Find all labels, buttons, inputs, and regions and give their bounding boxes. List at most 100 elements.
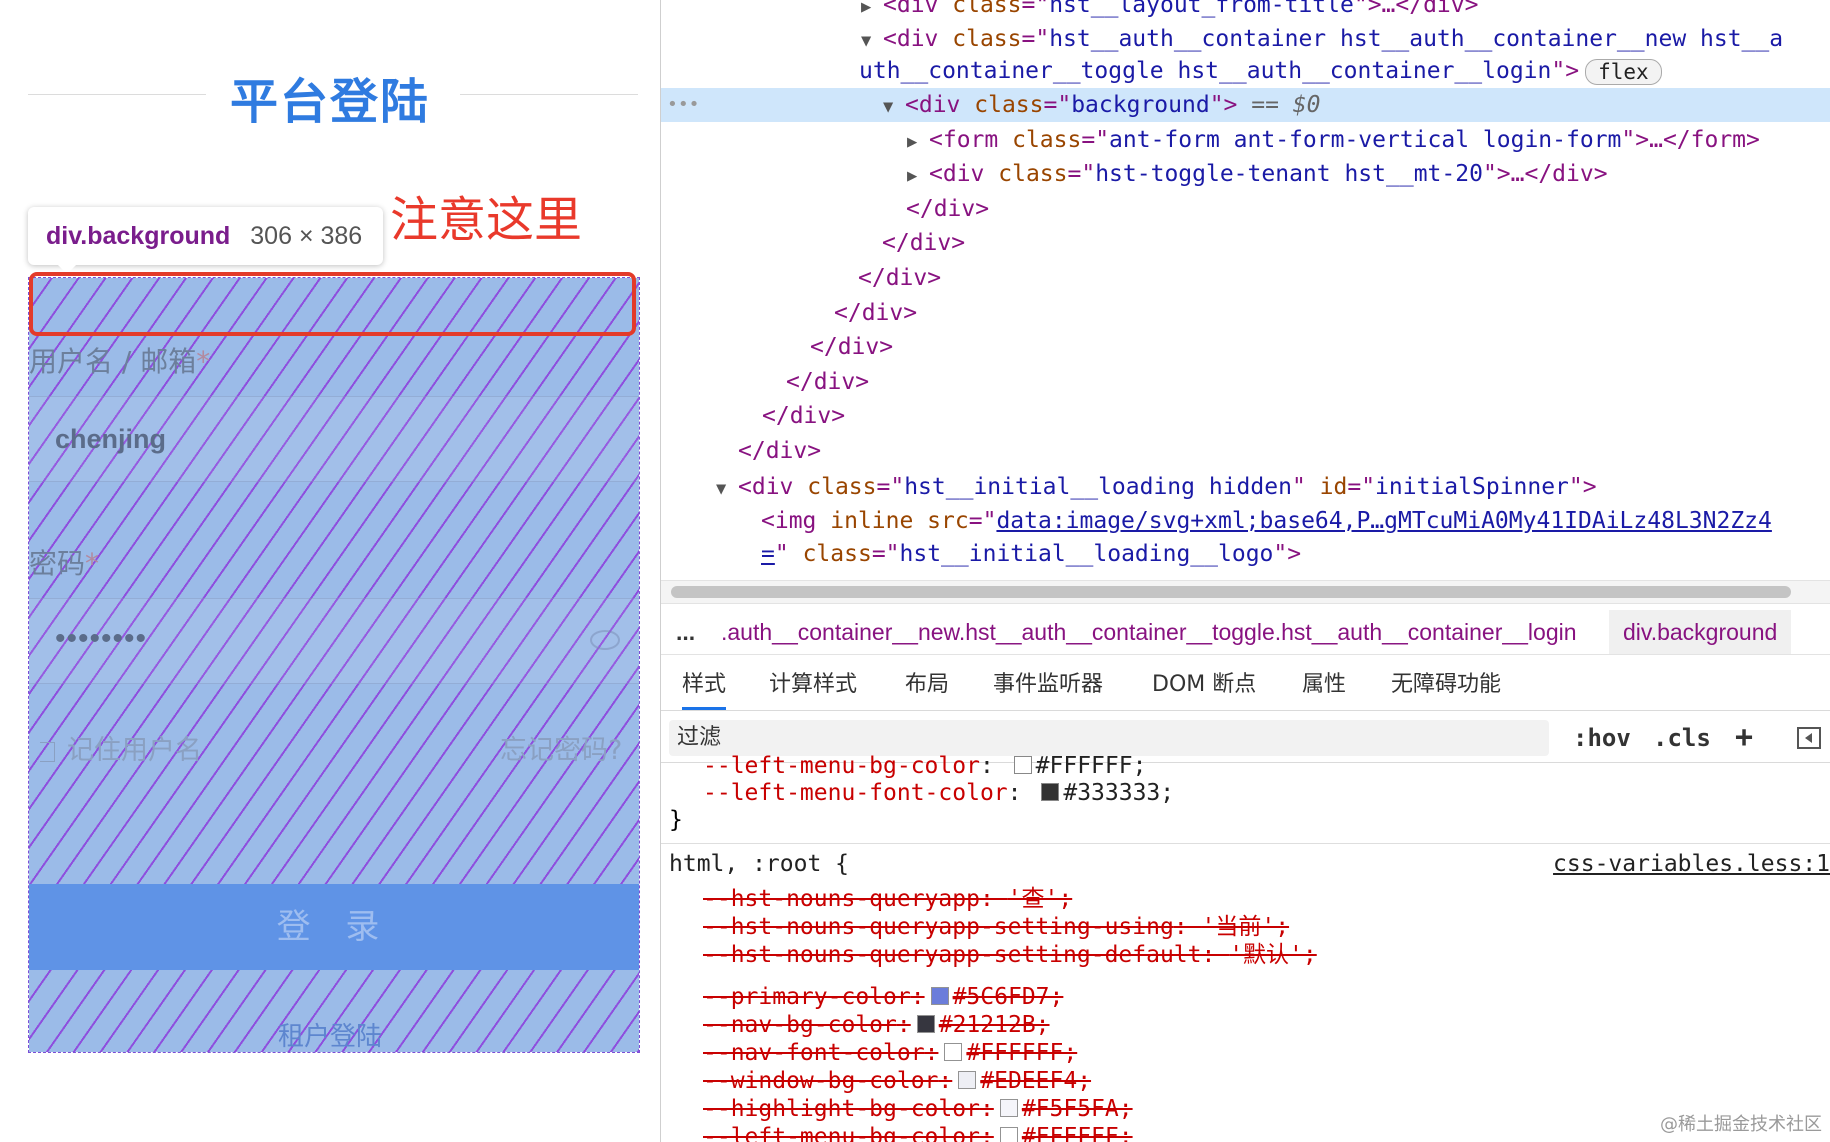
collapsed-triangle-icon[interactable]: ▶ — [907, 125, 929, 159]
color-swatch[interactable] — [930, 987, 949, 1005]
css-value: #5C6FD7; — [952, 984, 1064, 1010]
hov-button[interactable]: :hov — [1573, 720, 1631, 756]
tag-text: <div — [905, 92, 975, 118]
dom-closing-tag[interactable]: </div> — [858, 261, 941, 295]
css-declaration[interactable]: --left-menu-font-color: #333333; — [703, 779, 1174, 807]
tag-text: <div — [929, 161, 999, 187]
color-swatch[interactable] — [958, 1071, 977, 1089]
expanded-triangle-icon[interactable]: ▼ — [716, 472, 738, 506]
color-swatch[interactable] — [916, 1015, 935, 1033]
sidebar-toggle-icon[interactable] — [1797, 727, 1821, 749]
css-declaration-overridden[interactable]: --hst-nouns-queryapp: '查'; — [703, 885, 1072, 913]
dom-closing-tag[interactable]: </div> — [786, 365, 869, 399]
attr-name: class — [974, 92, 1044, 118]
tab-properties[interactable]: 属性 — [1302, 660, 1346, 710]
filter-input[interactable]: 过滤 — [669, 720, 1549, 756]
tab-layout[interactable]: 布局 — [905, 660, 949, 710]
dom-node-continued[interactable]: =" class="hst__initial__loading__logo"> — [761, 537, 1301, 571]
tag-tail: ">…</div> — [1482, 161, 1608, 187]
dom-node[interactable]: ▶ <div class="hst-toggle-tenant hst__mt-2… — [907, 157, 1608, 191]
color-swatch[interactable] — [999, 1099, 1018, 1117]
css-declaration-overridden[interactable]: --hst-nouns-queryapp-setting-default: '默… — [703, 941, 1317, 969]
css-value: #F5F5FA; — [1021, 1096, 1133, 1122]
css-prop: --left-menu-bg-color — [703, 753, 980, 779]
tag-tail: "> — [1273, 541, 1302, 567]
annotation-red-frame — [29, 272, 636, 336]
attr-name: class — [952, 0, 1022, 18]
data-uri-link[interactable]: = — [761, 541, 775, 567]
css-declaration-overridden[interactable]: --nav-bg-color: #21212B; — [703, 1011, 1050, 1039]
watermark: @稀土掘金技术社区 — [1660, 1114, 1822, 1135]
css-colon: : — [979, 753, 1008, 779]
tenant-login-link[interactable]: 租户登陆 — [0, 1016, 660, 1053]
css-prop: --nav-bg-color — [703, 1012, 897, 1038]
css-declaration-overridden[interactable]: --hst-nouns-queryapp-setting-using: '当前'… — [703, 913, 1289, 941]
css-declaration-overridden[interactable]: --primary-color: #5C6FD7; — [703, 983, 1063, 1011]
tab-computed[interactable]: 计算样式 — [769, 660, 857, 710]
tab-dom-breakpoints[interactable]: DOM 断点 — [1152, 660, 1256, 710]
add-rule-button[interactable]: + — [1735, 720, 1753, 756]
cls-button[interactable]: .cls — [1653, 720, 1711, 756]
scrollbar-thumb[interactable] — [671, 586, 1791, 598]
annotation-note: 注意这里 — [390, 192, 583, 248]
attr-eq: =" — [1021, 26, 1050, 52]
attr-sep: " — [774, 541, 803, 567]
horizontal-scrollbar[interactable] — [661, 580, 1830, 604]
tab-event-listeners[interactable]: 事件监听器 — [993, 660, 1103, 710]
color-swatch[interactable] — [999, 1127, 1018, 1142]
dom-node[interactable]: ▶ <div class="hst__layout_from-title">…</… — [861, 0, 1478, 22]
data-uri-link[interactable]: data:image/svg+xml;base64,P…gMTcuMiA0My4… — [996, 508, 1771, 534]
password-visibility-icon[interactable] — [590, 630, 620, 650]
username-label: 用户名 / 邮箱* — [29, 340, 210, 380]
expanded-triangle-icon[interactable]: ▼ — [861, 24, 883, 58]
dom-closing-tag[interactable]: </div> — [738, 434, 821, 468]
dom-node[interactable]: <img inline src="data:image/svg+xml;base… — [761, 504, 1772, 538]
tag-text: <div — [883, 26, 953, 52]
dom-closing-tag[interactable]: </div> — [906, 192, 989, 226]
dom-closing-tag[interactable]: </div> — [762, 399, 845, 433]
forgot-password-link[interactable]: 忘记密码? — [500, 728, 622, 767]
password-value: •••••••• — [55, 622, 148, 655]
dom-closing-tag[interactable]: </div> — [810, 330, 893, 364]
color-swatch[interactable] — [944, 1043, 963, 1061]
inspect-tooltip: div.background 306 × 386 — [28, 207, 383, 274]
css-declaration-overridden[interactable]: --nav-font-color: #FFFFFF; — [703, 1039, 1077, 1067]
dom-closing-tag[interactable]: </div> — [882, 226, 965, 260]
css-value: #FFFFFF; — [1035, 753, 1147, 779]
tab-styles[interactable]: 样式 — [682, 660, 727, 710]
dom-node[interactable]: ▼ <div class="hst__auth__container hst__a… — [861, 22, 1783, 56]
attr-name: class — [1012, 127, 1082, 153]
dom-node[interactable]: ▼ <div class="hst__initial__loading hidde… — [716, 470, 1597, 504]
dom-node-selected[interactable]: ••• ▼ <div class="background"> == $0 — [661, 88, 1830, 122]
dom-node-continued[interactable]: uth__container__toggle hst__auth__contai… — [859, 54, 1662, 88]
tab-accessibility[interactable]: 无障碍功能 — [1391, 660, 1501, 710]
more-dots-icon[interactable]: ••• — [667, 88, 700, 122]
collapsed-triangle-icon[interactable]: ▶ — [861, 0, 883, 24]
rule-separator — [661, 843, 1830, 844]
attr-value: hst__auth__container hst__auth__containe… — [1049, 26, 1784, 52]
breadcrumb-item-current[interactable]: div.background — [1609, 610, 1792, 654]
color-swatch[interactable] — [1013, 756, 1032, 774]
attr-name: class — [802, 541, 872, 567]
devtools-panel: ▶ <div class="hst__layout_from-title">…</… — [661, 0, 1830, 1142]
css-declaration-overridden[interactable]: --window-bg-color: #EDEEF4; — [703, 1067, 1091, 1095]
collapsed-triangle-icon[interactable]: ▶ — [907, 159, 929, 193]
css-prop: --window-bg-color — [703, 1068, 939, 1094]
breadcrumb-more[interactable]: ... — [676, 610, 695, 654]
color-swatch[interactable] — [1041, 783, 1060, 801]
dom-node[interactable]: ▶ <form class="ant-form ant-form-vertical… — [907, 123, 1760, 157]
flex-badge[interactable]: flex — [1585, 58, 1662, 85]
css-declaration-partial[interactable]: --left-menu-bg-color: #FFFFFF; — [703, 752, 1146, 780]
breadcrumb-item-parent[interactable]: .auth__container__new.hst__auth__contain… — [721, 610, 1577, 654]
remember-username-checkbox[interactable]: 记住用户名 — [40, 728, 202, 767]
dom-closing-tag[interactable]: </div> — [834, 296, 917, 330]
css-source-link[interactable]: css-variables.less:1 — [1553, 850, 1830, 878]
css-declaration-overridden[interactable]: --left-menu-bg-color: #FFFFFF; — [703, 1123, 1133, 1142]
css-declaration-overridden[interactable]: --highlight-bg-color: #F5F5FA; — [703, 1095, 1133, 1123]
attr-eq: =" — [968, 508, 997, 534]
css-prop: --highlight-bg-color — [703, 1096, 980, 1122]
login-button[interactable]: 登 录 — [29, 884, 639, 970]
expanded-triangle-icon[interactable]: ▼ — [883, 90, 905, 124]
css-value: #FFFFFF; — [966, 1040, 1078, 1066]
css-value: #EDEEF4; — [980, 1068, 1092, 1094]
